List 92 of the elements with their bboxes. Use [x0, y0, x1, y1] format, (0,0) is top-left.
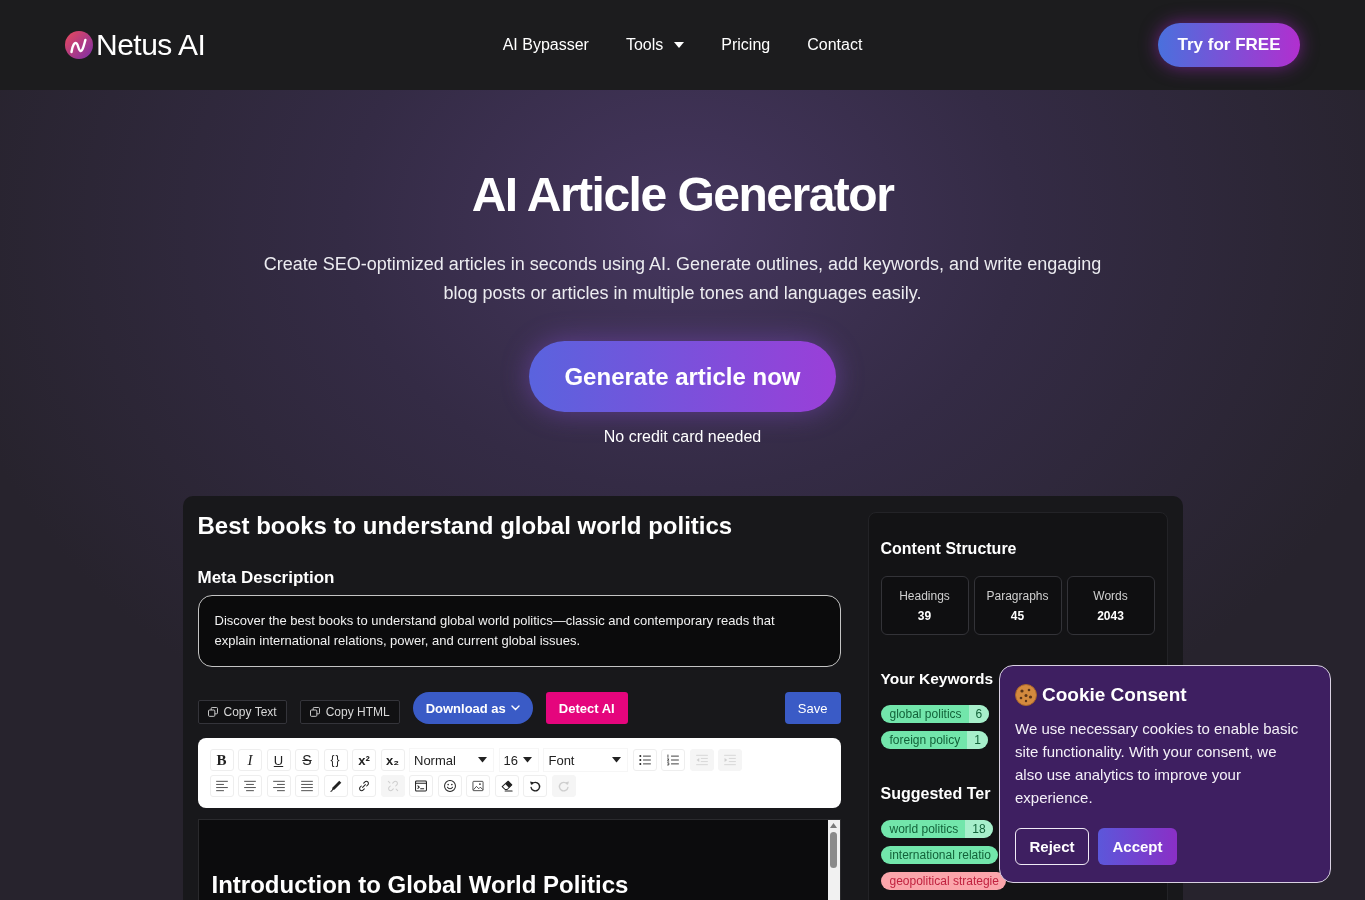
meta-description-label: Meta Description — [197, 567, 335, 589]
download-button[interactable]: Download as — [412, 692, 533, 724]
scrollbar-thumb[interactable] — [830, 832, 837, 868]
toolbar-dropdown[interactable]: Normal — [409, 748, 494, 772]
smiley-icon — [442, 779, 457, 793]
caret-icon — [522, 757, 532, 763]
strikethrough-button[interactable]: S — [295, 749, 319, 771]
italic-button[interactable]: I — [238, 749, 262, 771]
nav-link[interactable]: Contact — [807, 36, 863, 54]
scroll-up-arrow-icon[interactable] — [830, 823, 837, 828]
page-title: AI Article Generator — [470, 167, 895, 223]
editor-heading: Introduction to Global World Politics — [211, 870, 629, 900]
cookie-consent-title: Cookie Consent — [1042, 683, 1187, 707]
detect-ai-button[interactable]: Detect AI — [545, 692, 628, 724]
undo-icon — [528, 779, 542, 793]
accept-button[interactable]: Accept — [1098, 828, 1177, 865]
keyword-text: foreign policy — [888, 732, 962, 749]
generate-article-button[interactable]: Generate article now — [529, 341, 836, 412]
logo-icon — [65, 31, 93, 59]
link-button[interactable] — [352, 775, 376, 797]
smiley-button[interactable] — [437, 775, 462, 797]
stat-label: Paragraphs — [986, 588, 1049, 603]
align-left-button[interactable] — [209, 775, 234, 797]
numbered-list-icon — [666, 753, 681, 767]
try-free-button[interactable]: Try for FREE — [1158, 23, 1300, 67]
keyword-count: 18 — [965, 820, 993, 838]
save-button[interactable]: Save — [784, 692, 841, 724]
image-icon — [471, 779, 485, 793]
cookie-consent-text: We use necessary cookies to enable basic site functionality. With your consent, we also use analytics to improve your experience. — [1015, 719, 1300, 808]
undo-button[interactable] — [523, 775, 547, 797]
stat-value: 2043 — [1097, 608, 1124, 623]
keyword-text: world politics — [888, 821, 960, 838]
eraser-button[interactable] — [494, 775, 519, 797]
editor-area[interactable]: Introduction to Global World Politics — [197, 819, 841, 900]
keyword-text: global politics — [888, 706, 963, 723]
broken-link-icon — [385, 779, 400, 793]
justify-button[interactable] — [295, 775, 319, 797]
stat-value: 39 — [917, 608, 932, 623]
numbered-list-button[interactable] — [661, 749, 686, 771]
article-title: Best books to understand global world politics — [197, 511, 733, 541]
justify-icon — [300, 779, 314, 793]
hero-description: Create SEO-optimized articles in seconds using AI. Generate outlines, add keywords, and write engaging blog posts or articles in multiple tones and languages easily. — [262, 253, 1103, 305]
section-heading: Content Structure — [880, 539, 1017, 559]
outdent-icon — [694, 753, 709, 767]
terminal-window-button[interactable] — [409, 775, 433, 797]
align-right-icon — [271, 779, 286, 793]
pen-button[interactable] — [323, 775, 348, 797]
section-heading: Your Keywords — [880, 669, 994, 689]
indent-icon — [723, 753, 738, 767]
align-left-icon — [214, 779, 229, 793]
align-right-button[interactable] — [266, 775, 291, 797]
copy-button[interactable]: Copy Text — [197, 700, 287, 724]
cookie-icon — [1015, 684, 1037, 706]
stat-label: Headings — [899, 588, 950, 603]
keyword-text: geopolitical strategie — [888, 873, 1000, 890]
bold-button[interactable]: B — [209, 749, 234, 771]
redo-icon — [556, 779, 571, 793]
reject-button[interactable]: Reject — [1015, 828, 1089, 865]
keyword-text: international relatio — [888, 847, 992, 864]
caret-icon — [478, 757, 487, 763]
copy-icon — [207, 707, 218, 717]
toolbar-dropdown[interactable]: 16 — [498, 748, 539, 772]
bullet-list-button[interactable] — [632, 749, 657, 771]
section-heading: Suggested Ter — [880, 784, 991, 804]
toolbar-dropdown[interactable]: Font — [543, 748, 629, 772]
bullet-list-icon — [637, 753, 652, 767]
link-icon — [357, 779, 371, 793]
align-center-button[interactable] — [238, 775, 262, 797]
meta-description-field[interactable]: Discover the best books to understand global world politics—classic and contemporary reads that explain international relations, power, and current global issues. — [197, 595, 841, 667]
nav-link[interactable]: Tools — [625, 36, 685, 54]
copy-button[interactable]: Copy HTML — [299, 700, 400, 724]
subscript-button[interactable]: x₂ — [380, 749, 405, 771]
caret-icon — [612, 757, 622, 763]
keyword-count: 6 — [968, 705, 990, 723]
superscript-button[interactable]: x² — [352, 749, 376, 771]
nav-link[interactable]: Pricing — [721, 36, 771, 54]
align-center-icon — [243, 779, 257, 793]
chevron-down-icon — [510, 705, 520, 711]
eraser-icon — [499, 779, 514, 793]
code-button[interactable]: {} — [323, 749, 348, 771]
logo-text: Netus AI — [96, 28, 206, 62]
keyword-count: 1 — [967, 731, 988, 749]
underline-button[interactable]: U — [266, 749, 291, 771]
scrollbar[interactable] — [827, 820, 840, 900]
copy-icon — [309, 707, 320, 717]
stat-value: 45 — [1010, 608, 1025, 623]
stat-label: Words — [1093, 588, 1128, 603]
image-button[interactable] — [466, 775, 490, 797]
nav-link[interactable]: AI Bypasser — [502, 36, 589, 54]
pen-icon — [328, 779, 343, 793]
no-credit-card-note: No credit card needed — [602, 427, 763, 447]
terminal-window-icon — [414, 779, 428, 793]
